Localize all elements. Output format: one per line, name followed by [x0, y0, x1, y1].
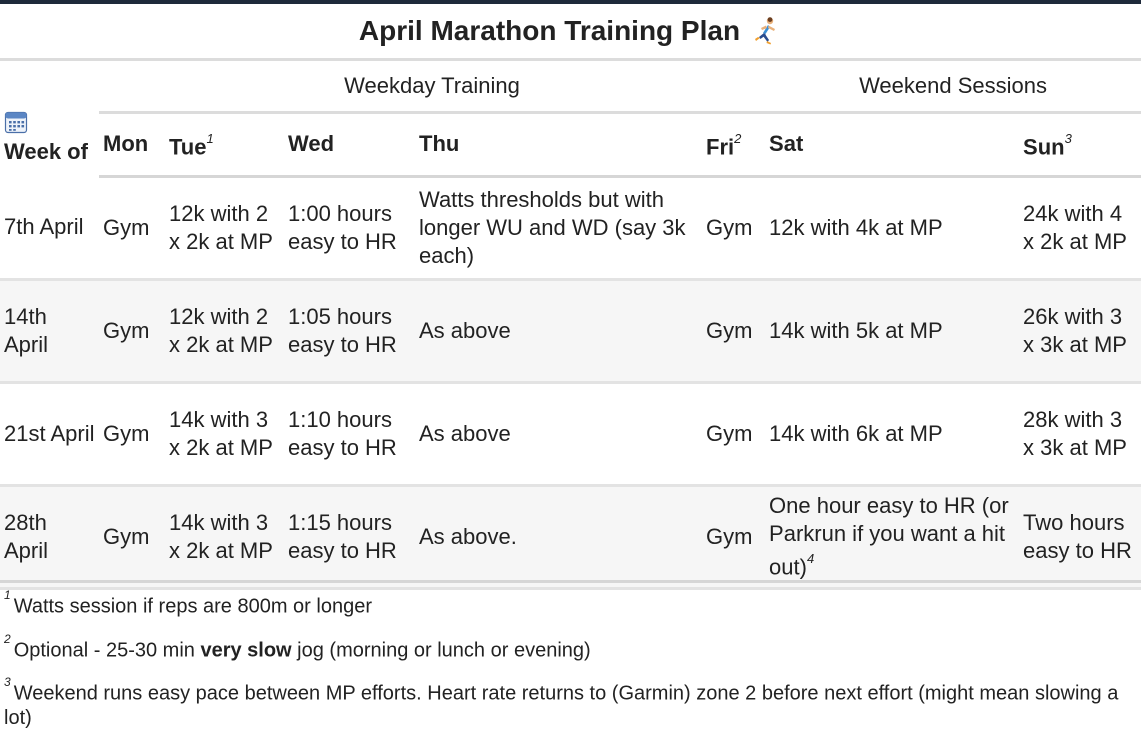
cell-fri: Gym	[702, 279, 766, 384]
cell-sat: 14k with 5k at MP	[765, 279, 1020, 384]
footnote-text: Weekend runs easy pace between MP effort…	[4, 682, 1119, 729]
cell-week: 14th April	[0, 279, 99, 384]
sat-text: 14k with 5k at MP	[769, 317, 943, 343]
column-header-wed: Wed	[284, 111, 415, 178]
fri-label: Fri	[706, 134, 735, 160]
mon-label: Mon	[103, 131, 149, 157]
footnote-number: 3	[4, 675, 11, 690]
cell-sat: 12k with 4k at MP	[765, 176, 1020, 281]
cell-thu: As above	[415, 279, 702, 384]
tue-label: Tue	[169, 134, 207, 160]
sat-text: 12k with 4k at MP	[769, 214, 943, 240]
cell-sun: Two hours easy to HR	[1019, 485, 1141, 590]
cell-mon: Gym	[99, 279, 165, 384]
footnote-2: 2Optional - 25-30 min very slow jog (mor…	[4, 631, 1134, 663]
cell-sat: 14k with 6k at MP	[765, 382, 1020, 487]
cell-sun: 26k with 3 x 3k at MP	[1019, 279, 1141, 384]
sat-text: One hour easy to HR (or Parkrun if you w…	[769, 492, 1009, 580]
week-of-label: Week of	[4, 139, 88, 164]
page-title: April Marathon Training Plan	[358, 15, 741, 46]
cell-week: 28th April	[0, 485, 99, 590]
cell-tue: 14k with 3 x 2k at MP	[165, 485, 284, 590]
cell-sun: 28k with 3 x 3k at MP	[1019, 382, 1141, 487]
footnote-text: Watts session if reps are 800m or longer	[13, 595, 372, 618]
footnote-ref-1: 1	[206, 130, 214, 146]
footnote-ref-2: 2	[734, 130, 742, 146]
cell-fri: Gym	[702, 485, 766, 590]
sun-label: Sun	[1023, 134, 1065, 160]
cell-wed: 1:00 hours easy to HR	[284, 176, 415, 281]
footnotes: 1Watts session if reps are 800m or longe…	[4, 584, 1134, 730]
footnote-1: 1Watts session if reps are 800m or longe…	[4, 588, 1134, 619]
cell-sun: 24k with 4 x 2k at MP	[1019, 176, 1141, 281]
calendar-icon	[4, 111, 28, 134]
cell-sat: One hour easy to HR (or Parkrun if you w…	[765, 485, 1020, 590]
cell-wed: 1:10 hours easy to HR	[284, 382, 415, 487]
thu-label: Thu	[419, 131, 460, 157]
cell-week: 21st April	[0, 382, 99, 487]
group-header-weekday: Weekday Training	[99, 61, 765, 113]
wed-label: Wed	[288, 131, 335, 157]
cell-thu: Watts thresholds but with longer WU and …	[415, 176, 702, 281]
cell-tue: 12k with 2 x 2k at MP	[165, 176, 284, 281]
cell-thu: As above	[415, 382, 702, 487]
footnote-number: 1	[4, 588, 11, 602]
table-row: 7th April Gym 12k with 2 x 2k at MP 1:00…	[0, 176, 1141, 281]
runner-emoji-icon	[755, 17, 776, 45]
cell-mon: Gym	[99, 176, 165, 281]
weekday-group-label: Weekday Training	[344, 73, 520, 99]
training-plan-table: Week of Weekday Training Weekend Session…	[0, 61, 1141, 590]
cell-tue: 14k with 3 x 2k at MP	[165, 382, 284, 487]
group-header-weekend: Weekend Sessions	[765, 61, 1141, 113]
footnote-ref-3: 3	[1064, 130, 1072, 146]
cell-wed: 1:15 hours easy to HR	[284, 485, 415, 590]
footnote-number: 2	[4, 631, 11, 646]
footnote-bold-text: very slow	[200, 639, 292, 662]
column-header-fri: Fri2	[702, 111, 766, 178]
footnote-text: Optional - 25-30 min	[13, 639, 201, 662]
column-header-thu: Thu	[415, 111, 702, 178]
cell-mon: Gym	[99, 382, 165, 487]
footnote-3: 3Weekend runs easy pace between MP effor…	[4, 675, 1134, 730]
column-header-week-of: Week of	[0, 61, 99, 176]
sat-text: 14k with 6k at MP	[769, 420, 943, 446]
footnote-ref-4: 4	[806, 550, 815, 566]
table-row: 14th April Gym 12k with 2 x 2k at MP 1:0…	[0, 279, 1141, 384]
cell-thu: As above.	[415, 485, 702, 590]
cell-wed: 1:05 hours easy to HR	[284, 279, 415, 384]
cell-fri: Gym	[702, 382, 766, 487]
column-header-sun: Sun3	[1019, 111, 1141, 178]
table-row: 28th April Gym 14k with 3 x 2k at MP 1:1…	[0, 485, 1141, 590]
column-header-tue: Tue1	[165, 111, 284, 178]
table-row: 21st April Gym 14k with 3 x 2k at MP 1:1…	[0, 382, 1141, 487]
cell-mon: Gym	[99, 485, 165, 590]
sat-label: Sat	[769, 131, 804, 157]
cell-week: 7th April	[0, 176, 99, 281]
column-header-mon: Mon	[99, 111, 165, 178]
cell-tue: 12k with 2 x 2k at MP	[165, 279, 284, 384]
cell-fri: Gym	[702, 176, 766, 281]
footnotes-divider	[0, 580, 1141, 583]
weekend-group-label: Weekend Sessions	[859, 73, 1047, 99]
footnote-text: jog (morning or lunch or evening)	[291, 639, 591, 662]
title-bar: April Marathon Training Plan	[0, 4, 1141, 61]
column-header-sat: Sat	[765, 111, 1020, 178]
